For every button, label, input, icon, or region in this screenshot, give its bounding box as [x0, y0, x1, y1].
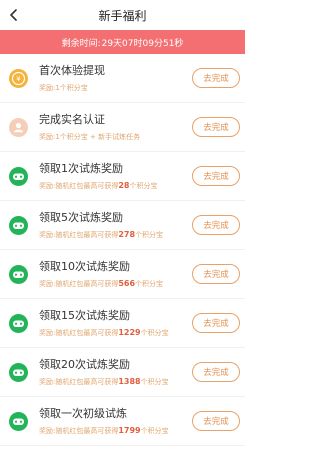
countdown-banner: 剩余时间: 29天07时09分51秒: [0, 30, 245, 54]
gamepad-icon: [9, 215, 28, 235]
gamepad-icon: [9, 264, 28, 284]
complete-button[interactable]: 去完成: [192, 166, 240, 186]
chevron-left-icon: [10, 9, 17, 21]
task-row: 完成实名认证 奖励:1个积分宝 + 新手试炼任务 去完成: [0, 103, 245, 152]
task-row: ¥ 首次体验提现 奖励:1个积分宝 去完成: [0, 54, 245, 103]
task-list: ¥ 首次体验提现 奖励:1个积分宝 去完成 完成实名认证 奖励:1个积分宝 + …: [0, 54, 245, 446]
complete-button[interactable]: 去完成: [192, 117, 240, 137]
svg-text:¥: ¥: [16, 75, 21, 83]
gamepad-icon: [9, 362, 28, 382]
top-bar: 新手福利: [0, 0, 245, 30]
complete-button[interactable]: 去完成: [192, 264, 240, 284]
complete-button[interactable]: 去完成: [192, 313, 240, 333]
countdown-label: 剩余时间:: [61, 38, 101, 49]
complete-button[interactable]: 去完成: [192, 68, 240, 88]
gamepad-icon: [9, 313, 28, 333]
countdown-time: 29天07时09分51秒: [101, 38, 184, 49]
complete-button[interactable]: 去完成: [192, 215, 240, 235]
page-title: 新手福利: [98, 8, 147, 23]
back-button[interactable]: [4, 5, 24, 25]
task-row: 领取一次初级试炼 奖励:随机红包最高可获得1799个积分宝 去完成: [0, 397, 245, 446]
task-row: 领取10次试炼奖励 奖励:随机红包最高可获得566个积分宝 去完成: [0, 250, 245, 299]
gamepad-icon: [9, 166, 28, 186]
task-row: 领取20次试炼奖励 奖励:随机红包最高可获得1388个积分宝 去完成: [0, 348, 245, 397]
new-user-benefits-page: 新手福利 剩余时间: 29天07时09分51秒 ¥ 首次体验提现 奖励:1个积分…: [0, 0, 245, 451]
complete-button[interactable]: 去完成: [192, 362, 240, 382]
task-row: 领取15次试炼奖励 奖励:随机红包最高可获得1229个积分宝 去完成: [0, 299, 245, 348]
task-row: 领取1次试炼奖励 奖励:随机红包最高可获得28个积分宝 去完成: [0, 152, 245, 201]
coin-icon: ¥: [9, 68, 28, 88]
person-icon: [9, 117, 28, 137]
task-row: 领取5次试炼奖励 奖励:随机红包最高可获得278个积分宝 去完成: [0, 201, 245, 250]
gamepad-icon: [9, 411, 28, 431]
complete-button[interactable]: 去完成: [192, 411, 240, 431]
